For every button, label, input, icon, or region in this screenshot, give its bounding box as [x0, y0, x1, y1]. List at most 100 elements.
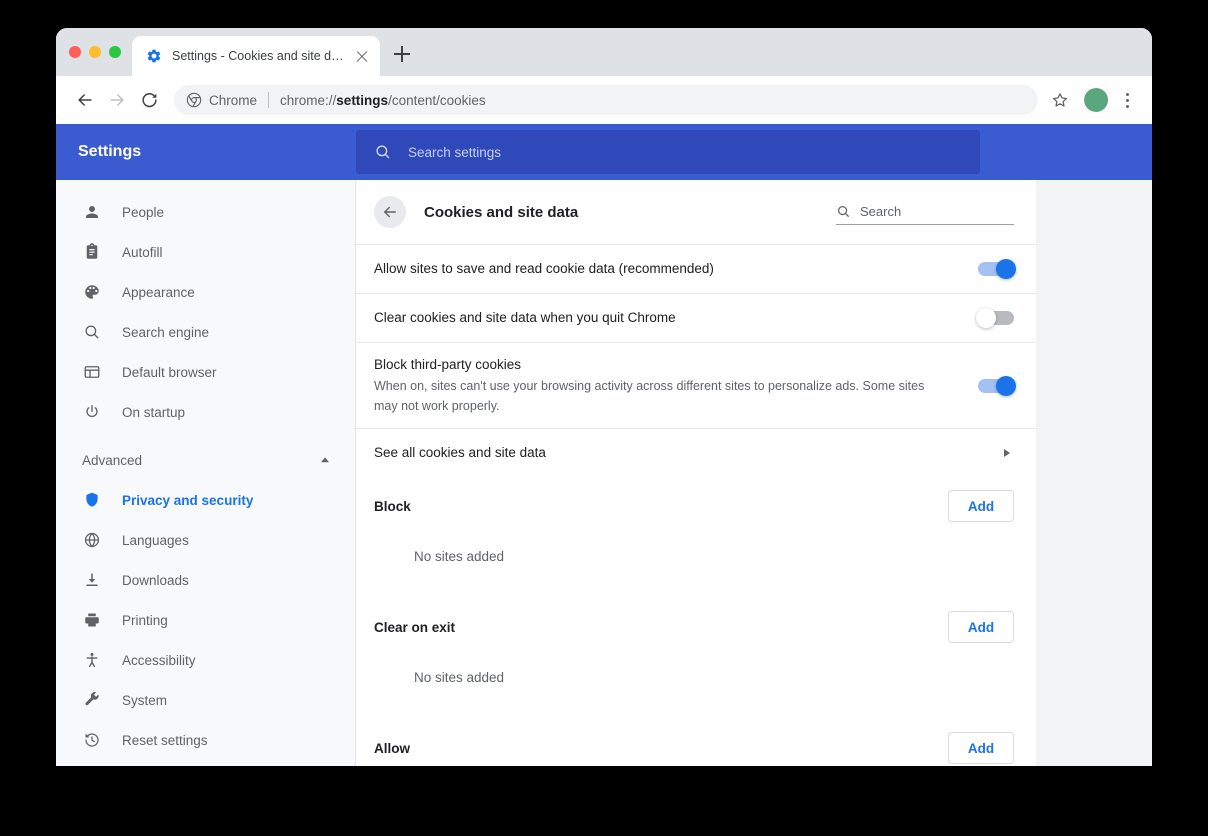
- sidebar-item-on-startup[interactable]: On startup: [56, 392, 355, 432]
- arrow-left-icon: [384, 206, 396, 218]
- url-prefix: chrome://: [280, 92, 337, 108]
- settings-header-bar: Settings Search settings: [56, 124, 1152, 180]
- arrow-right-icon: [110, 94, 124, 106]
- clipboard-icon: [82, 242, 102, 262]
- omnibox-chrome-chip: Chrome: [186, 92, 257, 108]
- search-icon: [837, 205, 849, 217]
- new-tab-button[interactable]: [388, 40, 416, 68]
- sidebar-item-downloads[interactable]: Downloads: [56, 560, 355, 600]
- sidebar-item-label: Privacy and security: [122, 492, 254, 508]
- browser-toolbar: Chrome chrome://settings/content/cookies: [56, 76, 1152, 124]
- setting-row-allow-cookies[interactable]: Allow sites to save and read cookie data…: [356, 244, 1036, 293]
- url-suffix: /content/cookies: [388, 92, 486, 108]
- omnibox-separator: [268, 92, 270, 108]
- block-third-party-toggle[interactable]: [978, 375, 1016, 396]
- minimize-window-button[interactable]: [89, 46, 101, 58]
- settings-search-placeholder: Search settings: [408, 144, 502, 160]
- wrench-icon: [82, 690, 102, 710]
- settings-app-title: Settings: [78, 143, 142, 160]
- sidebar-item-label: Appearance: [122, 284, 195, 300]
- close-window-button[interactable]: [69, 46, 81, 58]
- sidebar-item-people[interactable]: People: [56, 192, 355, 232]
- profile-avatar[interactable]: [1084, 88, 1108, 112]
- add-block-button[interactable]: Add: [948, 490, 1014, 522]
- chevron-up-icon: [319, 454, 331, 466]
- tab-strip: Settings - Cookies and site data: [56, 28, 1152, 76]
- download-icon: [82, 570, 102, 590]
- row-label: Block third-party cookies: [374, 357, 522, 372]
- sidebar-item-label: Downloads: [122, 572, 189, 588]
- cookies-settings-card: Cookies and site data Search Allow sites…: [356, 180, 1036, 766]
- sidebar-item-label: Search engine: [122, 324, 210, 340]
- browser-window-icon: [82, 362, 102, 382]
- section-clear-on-exit: Clear on exit Add No sites added: [356, 598, 1036, 719]
- empty-state-text: No sites added: [414, 670, 505, 685]
- setting-row-clear-on-quit[interactable]: Clear cookies and site data when you qui…: [356, 293, 1036, 342]
- chrome-icon: [186, 92, 202, 108]
- back-button[interactable]: [374, 196, 406, 228]
- close-icon[interactable]: [354, 48, 370, 64]
- maximize-window-button[interactable]: [109, 46, 121, 58]
- sidebar-item-label: Autofill: [122, 244, 163, 260]
- reload-button[interactable]: [134, 85, 164, 115]
- page-title: Cookies and site data: [424, 203, 579, 221]
- sidebar-item-printing[interactable]: Printing: [56, 600, 355, 640]
- section-title: Block: [374, 498, 411, 514]
- sidebar-item-label: System: [122, 692, 168, 708]
- card-search-placeholder: Search: [860, 204, 902, 219]
- palette-icon: [82, 282, 102, 302]
- clear-on-quit-toggle[interactable]: [976, 308, 1014, 328]
- browser-tab[interactable]: Settings - Cookies and site data: [132, 36, 380, 76]
- row-description: When on, sites can't use your browsing a…: [374, 379, 925, 413]
- settings-body: People Autofill Appearance Search engine: [56, 180, 1152, 766]
- back-button[interactable]: [70, 85, 100, 115]
- settings-main-area: Cookies and site data Search Allow sites…: [356, 180, 1152, 766]
- sidebar-item-default-browser[interactable]: Default browser: [56, 352, 355, 392]
- setting-row-block-third-party[interactable]: Block third-party cookies When on, sites…: [356, 342, 1036, 428]
- forward-button[interactable]: [102, 85, 132, 115]
- settings-sidebar: People Autofill Appearance Search engine: [56, 180, 356, 766]
- sidebar-item-label: Default browser: [122, 364, 217, 380]
- settings-search-box[interactable]: Search settings: [356, 130, 980, 174]
- sidebar-item-appearance[interactable]: Appearance: [56, 272, 355, 312]
- advanced-label: Advanced: [82, 452, 143, 468]
- sidebar-item-privacy-and-security[interactable]: Privacy and security: [56, 480, 355, 520]
- chevron-right-icon: [1004, 449, 1014, 457]
- sidebar-item-autofill[interactable]: Autofill: [56, 232, 355, 272]
- sidebar-item-accessibility[interactable]: Accessibility: [56, 640, 355, 680]
- sidebar-item-label: Reset settings: [122, 732, 208, 748]
- add-allow-button[interactable]: Add: [948, 732, 1014, 764]
- empty-state-text: No sites added: [414, 549, 505, 564]
- sidebar-item-label: Languages: [122, 532, 189, 548]
- sidebar-item-label: On startup: [122, 404, 186, 420]
- accessibility-icon: [82, 650, 102, 670]
- allow-cookies-toggle[interactable]: [978, 259, 1016, 279]
- settings-gear-icon: [146, 48, 162, 64]
- section-title: Allow: [374, 740, 410, 756]
- search-icon: [376, 145, 390, 159]
- sidebar-item-search-engine[interactable]: Search engine: [56, 312, 355, 352]
- person-icon: [82, 202, 102, 222]
- section-block: Block Add No sites added: [356, 477, 1036, 598]
- row-text: Clear cookies and site data when you qui…: [374, 296, 962, 340]
- history-restore-icon: [82, 730, 102, 750]
- arrow-left-icon: [78, 94, 92, 106]
- row-text: Block third-party cookies When on, sites…: [374, 343, 962, 428]
- omnibox-url: chrome://settings/content/cookies: [280, 93, 486, 108]
- sidebar-advanced-toggle[interactable]: Advanced: [56, 440, 355, 480]
- setting-row-see-all-cookies[interactable]: See all cookies and site data: [356, 428, 1036, 477]
- bookmark-star-icon[interactable]: [1046, 86, 1074, 114]
- window-controls: [69, 46, 121, 58]
- sidebar-item-label: Printing: [122, 612, 168, 628]
- kebab-menu-icon[interactable]: [1114, 87, 1140, 113]
- add-clear-on-exit-button[interactable]: Add: [948, 611, 1014, 643]
- address-bar[interactable]: Chrome chrome://settings/content/cookies: [174, 85, 1038, 115]
- row-label: Clear cookies and site data when you qui…: [374, 310, 676, 325]
- sidebar-item-system[interactable]: System: [56, 680, 355, 720]
- card-header: Cookies and site data Search: [356, 180, 1036, 244]
- sidebar-item-languages[interactable]: Languages: [56, 520, 355, 560]
- section-title: Clear on exit: [374, 619, 456, 635]
- sidebar-item-reset-settings[interactable]: Reset settings: [56, 720, 355, 760]
- card-search-input[interactable]: Search: [836, 199, 1014, 225]
- reload-icon: [141, 92, 157, 107]
